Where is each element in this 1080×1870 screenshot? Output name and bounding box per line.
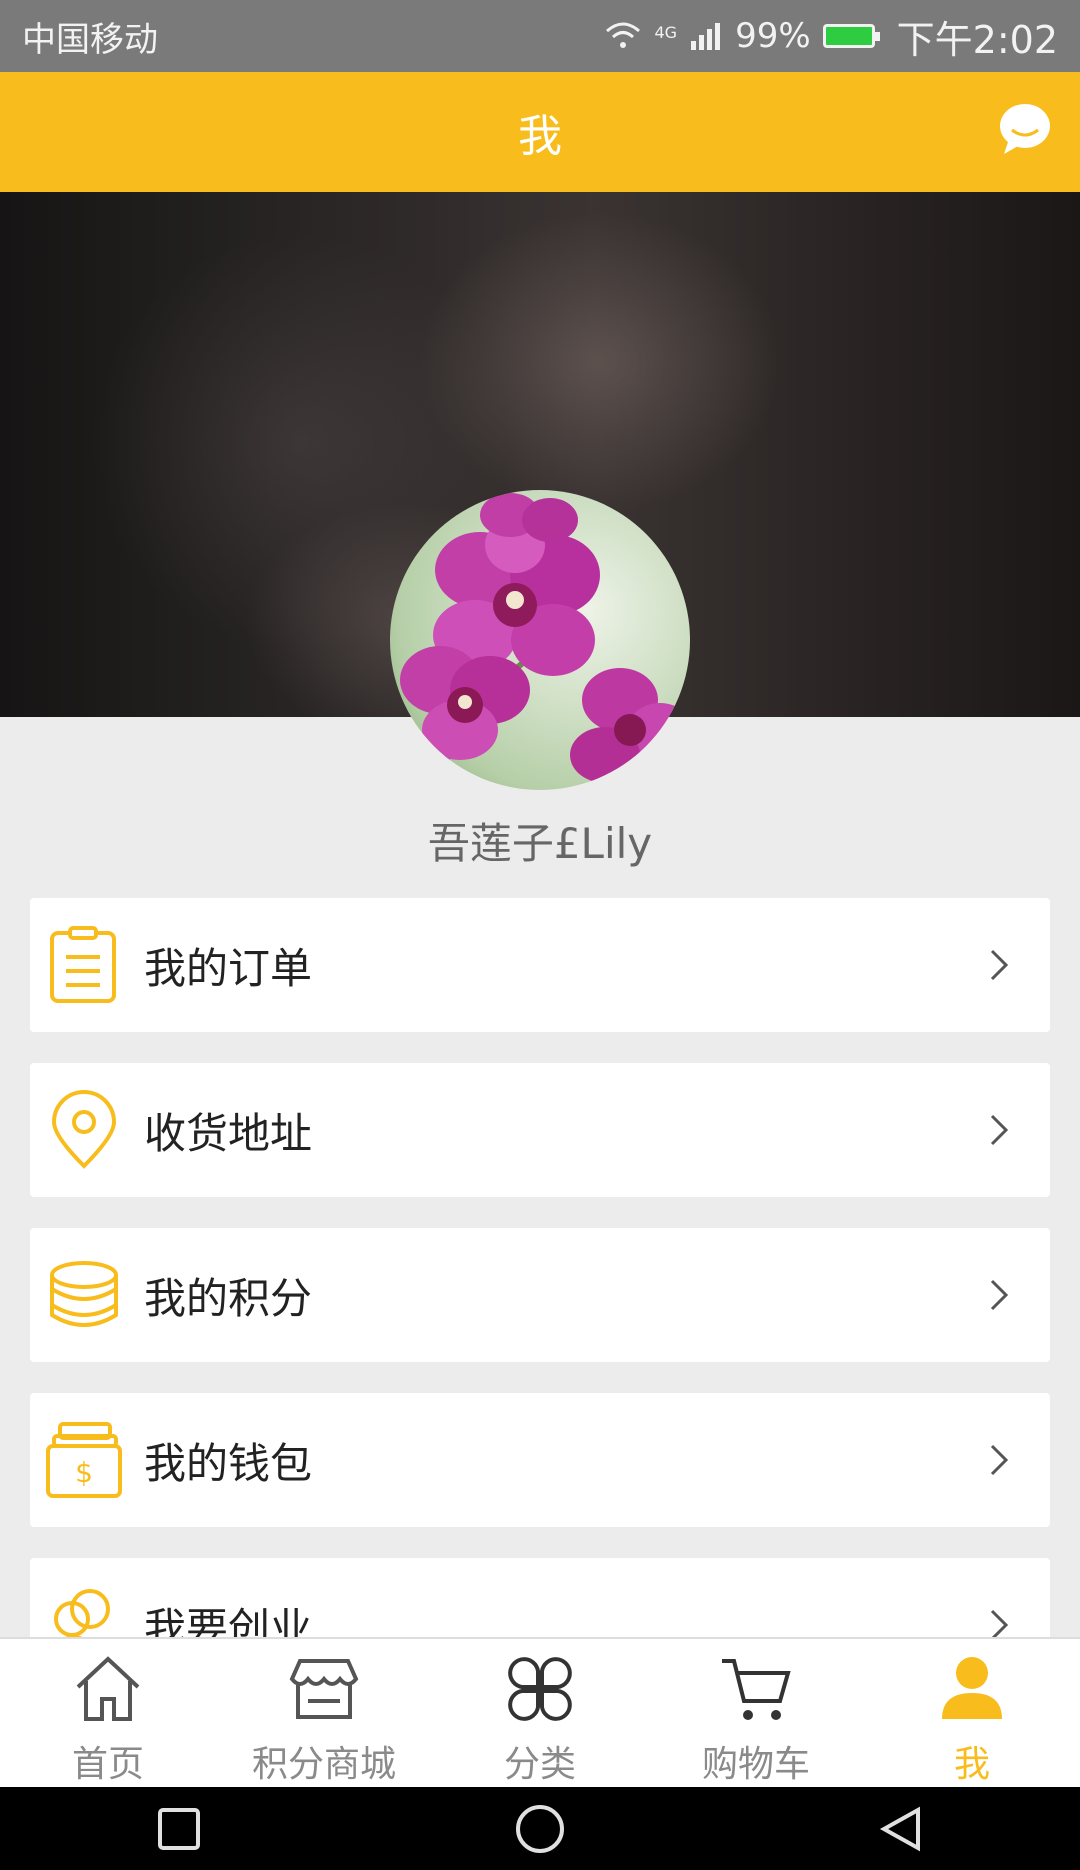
- menu-item-wallet[interactable]: $ 我的钱包: [30, 1393, 1050, 1527]
- back-icon[interactable]: [876, 1804, 926, 1854]
- store-icon: [289, 1659, 359, 1719]
- menu-item-points[interactable]: 我的积分: [30, 1228, 1050, 1362]
- tab-home[interactable]: 首页: [0, 1639, 216, 1789]
- home-icon: [76, 1656, 140, 1721]
- cart-icon: [722, 1659, 791, 1720]
- chevron-right-icon: [990, 949, 1009, 981]
- svg-text:$: $: [75, 1456, 93, 1489]
- wallet-icon: $: [46, 1422, 122, 1498]
- menu-item-label: 我的订单: [144, 943, 313, 993]
- scroll-content[interactable]: 吾莲子£Lily 我的订单 收货地址 我的积分 $ 我的钱包 我要创业: [0, 0, 1080, 1637]
- clipboard-icon: [50, 926, 116, 1003]
- chevron-right-icon: [990, 1609, 1009, 1637]
- chevron-right-icon: [990, 1279, 1009, 1311]
- tab-points-mall[interactable]: 积分商城: [216, 1639, 432, 1789]
- recent-apps-icon[interactable]: [154, 1804, 204, 1854]
- tab-label: 分类: [503, 1744, 576, 1785]
- home-button-icon[interactable]: [512, 1801, 568, 1857]
- menu-item-label: 我要创业: [144, 1603, 313, 1638]
- bottom-tab-bar: 首页 积分商城 分类 购物车 我: [0, 1637, 1080, 1789]
- tab-label: 购物车: [701, 1744, 810, 1785]
- users-icon: [54, 1589, 110, 1637]
- chevron-right-icon: [990, 1444, 1009, 1476]
- username: 吾莲子£Lily: [427, 819, 653, 868]
- tab-cart[interactable]: 购物车: [648, 1639, 864, 1789]
- tab-me[interactable]: 我: [864, 1639, 1080, 1789]
- menu-item-label: 我的积分: [144, 1273, 313, 1323]
- menu-item-entrepreneur[interactable]: 我要创业: [30, 1558, 1050, 1637]
- orchid-photo: [400, 493, 690, 790]
- category-icon: [508, 1657, 572, 1721]
- tab-category[interactable]: 分类: [432, 1639, 648, 1789]
- menu-item-orders[interactable]: 我的订单: [30, 898, 1050, 1032]
- system-nav-bar: [0, 1787, 1080, 1870]
- tab-label: 我: [953, 1744, 990, 1785]
- chevron-right-icon: [990, 1114, 1009, 1146]
- menu-item-label: 我的钱包: [144, 1438, 313, 1488]
- avatar[interactable]: [390, 490, 690, 790]
- tab-label: 积分商城: [251, 1744, 396, 1785]
- location-pin-icon: [51, 1090, 117, 1169]
- menu-item-label: 收货地址: [144, 1108, 313, 1158]
- person-icon: [942, 1657, 1002, 1719]
- menu-item-address[interactable]: 收货地址: [30, 1063, 1050, 1197]
- coins-stack-icon: [50, 1261, 118, 1327]
- tab-label: 首页: [71, 1744, 144, 1785]
